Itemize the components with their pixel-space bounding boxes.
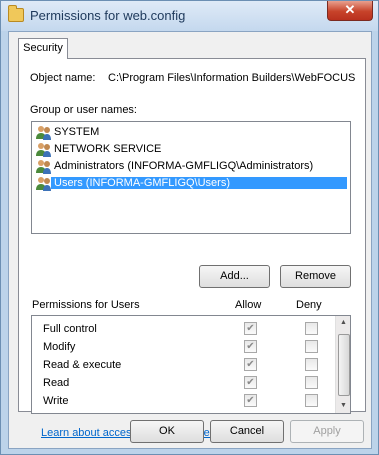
scroll-thumb[interactable] (338, 334, 350, 396)
list-item-label: NETWORK SERVICE (54, 143, 162, 155)
permission-row: Read ✔ (32, 374, 332, 392)
list-item[interactable]: NETWORK SERVICE (34, 141, 348, 158)
permission-name: Full control (43, 323, 97, 335)
deny-checkbox[interactable] (305, 340, 318, 353)
list-item[interactable]: Administrators (INFORMA-GMFLIGQ\Administ… (34, 158, 348, 175)
dialog-body: Security Object name: C:\Program Files\I… (8, 31, 372, 449)
user-group-icon (36, 160, 51, 174)
permission-name: Write (43, 395, 69, 407)
permissions-dialog: Permissions for web.config ✕ Security Ob… (0, 0, 379, 455)
remove-button[interactable]: Remove (280, 265, 351, 288)
scroll-up-arrow-icon[interactable]: ▲ (336, 316, 350, 330)
deny-header: Deny (296, 299, 322, 311)
list-item-selected[interactable]: Users (INFORMA-GMFLIGQ\Users) (34, 175, 348, 192)
allow-checkbox[interactable]: ✔ (244, 376, 257, 389)
tab-security[interactable]: Security (18, 38, 68, 59)
permission-name: Read (43, 377, 70, 389)
deny-checkbox[interactable] (305, 322, 318, 335)
deny-checkbox[interactable] (305, 358, 318, 371)
permission-row: Write ✔ (32, 392, 332, 410)
allow-checkbox[interactable]: ✔ (244, 394, 257, 407)
permission-name: Read & execute (43, 359, 122, 371)
ok-button[interactable]: OK (130, 420, 204, 443)
allow-checkbox[interactable]: ✔ (244, 340, 257, 353)
list-item-label: Administrators (INFORMA-GMFLIGQ\Administ… (54, 160, 314, 172)
user-group-icon (36, 126, 51, 140)
object-name-value: C:\Program Files\Information Builders\We… (108, 72, 356, 84)
permission-row: Read & execute ✔ (32, 356, 332, 374)
object-name-label: Object name: (30, 72, 96, 84)
add-button[interactable]: Add... (199, 265, 270, 288)
security-tab-panel: Object name: C:\Program Files\Informatio… (18, 58, 366, 439)
allow-checkbox[interactable]: ✔ (244, 358, 257, 371)
window-title: Permissions for web.config (30, 8, 186, 23)
group-names-label: Group or user names: (30, 104, 137, 116)
permissions-list[interactable]: Full control ✔ Modify ✔ Read & execute ✔… (31, 315, 351, 414)
permission-row: Full control ✔ (32, 320, 332, 338)
deny-checkbox[interactable] (305, 376, 318, 389)
scroll-down-arrow-icon[interactable]: ▼ (336, 399, 350, 413)
user-group-icon (36, 177, 51, 191)
list-item-label: SYSTEM (54, 126, 100, 138)
user-group-icon (36, 143, 51, 157)
deny-checkbox[interactable] (305, 394, 318, 407)
allow-checkbox[interactable]: ✔ (244, 322, 257, 335)
apply-button[interactable]: Apply (290, 420, 364, 443)
cancel-button[interactable]: Cancel (210, 420, 284, 443)
permission-name: Modify (43, 341, 76, 353)
title-bar[interactable]: Permissions for web.config ✕ (1, 1, 378, 31)
folder-icon (8, 5, 24, 22)
list-item[interactable]: SYSTEM (34, 124, 348, 141)
group-user-list[interactable]: SYSTEM NETWORK SERVICE Administrators (I… (31, 121, 351, 234)
close-button[interactable]: ✕ (327, 1, 373, 21)
allow-header: Allow (235, 299, 262, 311)
list-item-label: Users (INFORMA-GMFLIGQ\Users) (51, 177, 347, 189)
permissions-label: Permissions for Users (32, 299, 140, 311)
permissions-scrollbar[interactable]: ▲ ▼ (335, 316, 350, 413)
permission-row: Modify ✔ (32, 338, 332, 356)
